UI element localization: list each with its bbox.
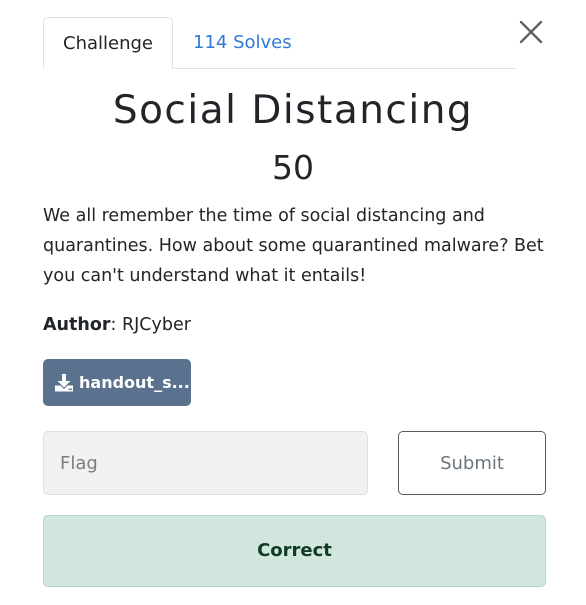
challenge-tabs: Challenge 114 Solves <box>43 17 516 69</box>
challenge-title: Social Distancing <box>112 88 474 133</box>
author-label: Author <box>43 315 111 335</box>
download-handout-button[interactable]: handout_s... <box>43 359 191 406</box>
download-icon <box>55 373 73 391</box>
challenge-description: We all remember the time of social dista… <box>43 206 544 286</box>
download-label: handout_s... <box>79 373 190 392</box>
author-value: : RJCyber <box>110 315 191 335</box>
tab-solves[interactable]: 114 Solves <box>193 17 292 68</box>
challenge-points: 50 <box>272 148 314 187</box>
submit-button[interactable]: Submit <box>398 431 546 495</box>
challenge-author: Author: RJCyber <box>43 311 191 339</box>
result-message: Correct <box>43 515 546 587</box>
flag-input[interactable] <box>43 431 368 495</box>
tab-challenge[interactable]: Challenge <box>43 17 173 69</box>
close-icon[interactable] <box>517 18 545 46</box>
